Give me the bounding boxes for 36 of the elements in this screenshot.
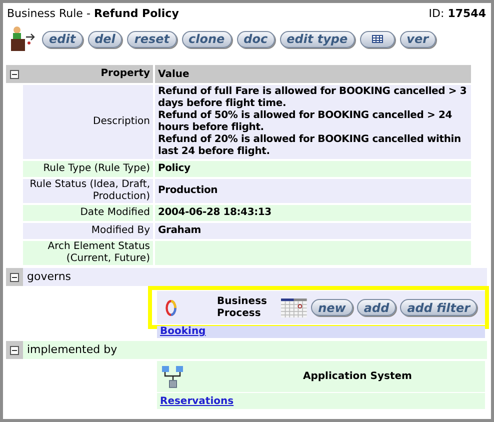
- toolbar-button[interactable]: doc: [236, 30, 275, 48]
- property-value: Policy: [158, 163, 190, 175]
- toolbar-button[interactable]: edit: [42, 30, 83, 48]
- toolbar-button[interactable]: reset: [127, 30, 176, 48]
- toolbar-button[interactable]: ver: [400, 30, 436, 48]
- collapse-icon[interactable]: [10, 346, 19, 354]
- section-title: implemented by: [26, 342, 118, 358]
- section-title: governs: [26, 269, 72, 285]
- toolbar-button[interactable]: clone: [182, 30, 232, 48]
- property-value: Refund of 50% is allowed for BOOKING cancelled > 24 hours before flight.: [158, 110, 453, 134]
- type-heading: Application System: [303, 370, 412, 384]
- toolbar-button[interactable]: del: [88, 30, 122, 48]
- ring-icon: [165, 298, 178, 318]
- property-label: Arch Element Status (Current, Future): [23, 241, 155, 265]
- property-value: Refund of 20% is allowed for BOOKING cancelled within last 24 before flight.: [158, 134, 462, 158]
- column-header: Value: [157, 68, 190, 82]
- property-value: Production: [158, 185, 218, 197]
- grid-icon: [372, 35, 383, 43]
- property-value: Graham: [158, 225, 201, 237]
- calendar-grid-icon[interactable]: [281, 296, 308, 318]
- network-computers-icon: [161, 364, 185, 388]
- grid-button[interactable]: [360, 30, 395, 48]
- person-at-desk-icon: [9, 25, 37, 53]
- property-value: Refund of full Fare is allowed for BOOKING cancelled > 3 days before flight time.: [158, 86, 468, 110]
- toolbar-button[interactable]: edit type: [280, 30, 355, 48]
- type-heading: Business Process: [217, 296, 268, 320]
- record-link[interactable]: Booking: [157, 325, 206, 338]
- collapse-icon[interactable]: [10, 272, 19, 282]
- page-title: Business Rule - Refund Policy: [7, 6, 179, 22]
- action-button[interactable]: add filter: [400, 299, 477, 316]
- action-button[interactable]: add: [356, 299, 396, 316]
- record-link[interactable]: Reservations: [157, 394, 234, 408]
- action-button[interactable]: new: [311, 299, 353, 316]
- collapse-icon[interactable]: [10, 70, 19, 78]
- record-id: ID: 17544: [428, 6, 486, 22]
- property-value: 2004-06-28 18:43:13: [158, 207, 272, 219]
